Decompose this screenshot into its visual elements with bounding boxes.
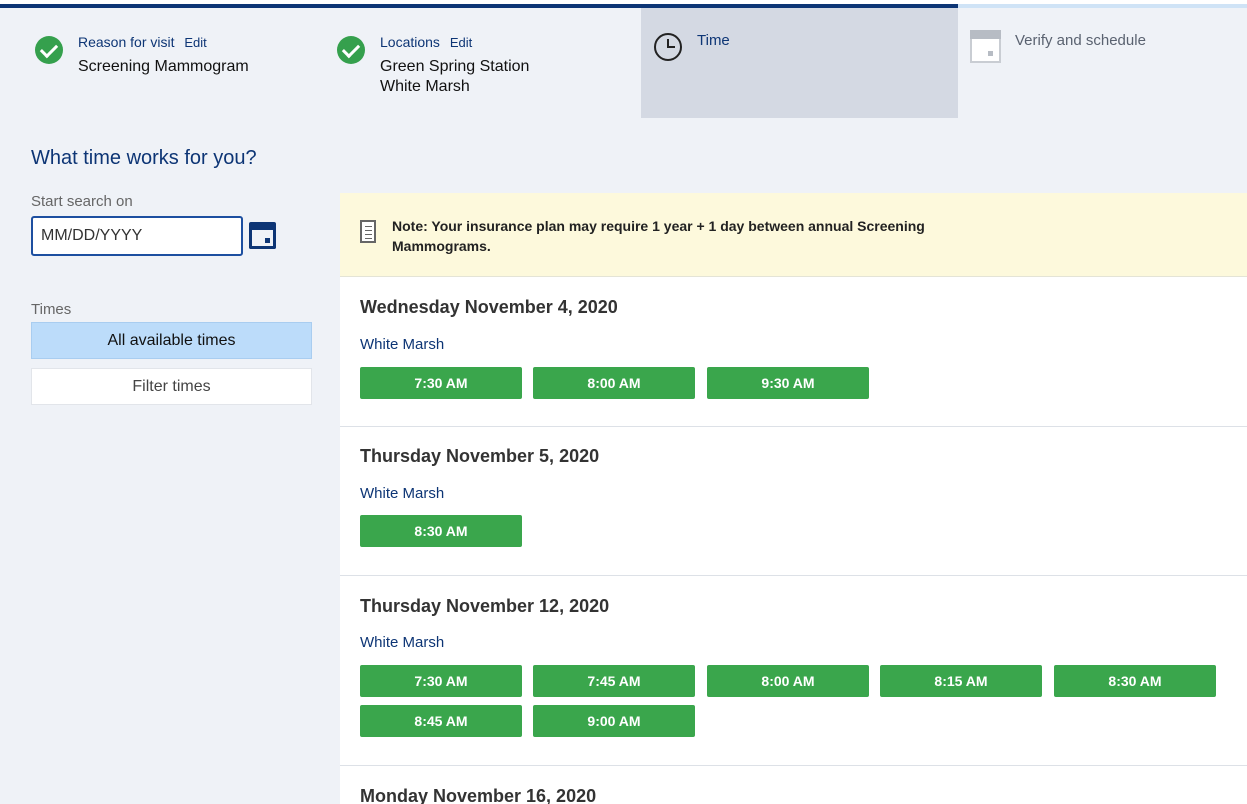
note-text: Note: Your insurance plan may require 1 … <box>392 218 925 254</box>
start-date-input[interactable] <box>31 216 243 256</box>
step-time: Time <box>641 8 958 118</box>
step-verify-and-schedule: Verify and schedule <box>958 8 1247 118</box>
edit-reason-link[interactable]: Edit <box>184 35 206 50</box>
time-slot-button[interactable]: 9:00 AM <box>533 705 695 737</box>
step-reason-for-visit: Reason for visit Edit Screening Mammogra… <box>0 8 320 118</box>
filter-times-button[interactable]: Filter times <box>31 368 312 405</box>
day-section: Thursday November 12, 2020 White Marsh 7… <box>340 576 1247 766</box>
day-location: White Marsh <box>360 634 445 651</box>
time-slot-button[interactable]: 7:45 AM <box>533 665 695 697</box>
step-locations: Locations Edit Green Spring Station Whit… <box>320 8 640 118</box>
location-value: White Marsh <box>380 78 470 95</box>
time-slot-button[interactable]: 8:30 AM <box>360 515 522 547</box>
insurance-note: Note: Your insurance plan may require 1 … <box>340 193 1247 277</box>
day-section: Monday November 16, 2020 <box>340 766 1247 804</box>
page-title: What time works for you? <box>31 147 257 169</box>
document-icon <box>360 220 376 243</box>
day-section: Thursday November 5, 2020 White Marsh 8:… <box>340 427 1247 576</box>
calendar-picker-icon[interactable] <box>249 222 276 249</box>
time-slot-button[interactable]: 8:00 AM <box>707 665 869 697</box>
time-slot-button[interactable]: 8:00 AM <box>533 367 695 399</box>
day-location: White Marsh <box>360 485 445 502</box>
times-label: Times <box>31 301 72 318</box>
location-value: Green Spring Station <box>380 58 530 75</box>
check-circle-icon <box>35 36 63 64</box>
time-slot-button[interactable]: 8:45 AM <box>360 705 522 737</box>
time-slot-button[interactable]: 7:30 AM <box>360 665 522 697</box>
day-date: Thursday November 5, 2020 <box>360 446 600 466</box>
check-circle-icon <box>337 36 365 64</box>
day-date: Thursday November 12, 2020 <box>360 596 610 616</box>
step-title: Time <box>697 32 730 49</box>
step-value: Screening Mammogram <box>78 58 249 75</box>
all-available-times-button[interactable]: All available times <box>31 322 312 359</box>
time-slot-button[interactable]: 8:15 AM <box>880 665 1042 697</box>
day-location: White Marsh <box>360 336 445 353</box>
clock-icon <box>654 33 682 61</box>
day-date: Monday November 16, 2020 <box>360 786 597 804</box>
day-date: Wednesday November 4, 2020 <box>360 297 618 317</box>
time-slot-button[interactable]: 8:30 AM <box>1054 665 1216 697</box>
step-title: Verify and schedule <box>1015 32 1146 49</box>
start-search-label: Start search on <box>31 193 133 210</box>
time-slot-button[interactable]: 7:30 AM <box>360 367 522 399</box>
time-slot-button[interactable]: 9:30 AM <box>707 367 869 399</box>
step-title: Locations <box>380 34 440 50</box>
edit-locations-link[interactable]: Edit <box>450 35 472 50</box>
day-section: Wednesday November 4, 2020 White Marsh 7… <box>340 277 1247 427</box>
calendar-icon <box>970 30 1001 63</box>
step-title: Reason for visit <box>78 34 175 50</box>
availability-panel: Note: Your insurance plan may require 1 … <box>340 193 1247 804</box>
progress-bar <box>0 0 1247 8</box>
